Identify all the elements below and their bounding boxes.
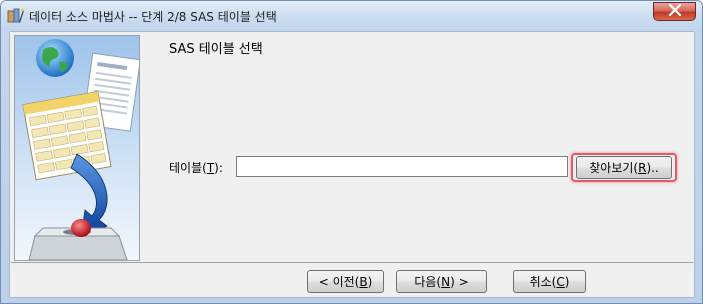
window-title: 데이터 소스 마법사 -- 단계 2/8 SAS 테이블 선택 bbox=[29, 10, 277, 24]
cancel-button[interactable]: 취소(C) bbox=[513, 270, 586, 293]
close-icon bbox=[668, 3, 682, 19]
title-bar[interactable]: 데이터 소스 마법사 -- 단계 2/8 SAS 테이블 선택 bbox=[1, 1, 702, 30]
table-field-label: 테이블(T): bbox=[169, 161, 223, 175]
wizard-window: 데이터 소스 마법사 -- 단계 2/8 SAS 테이블 선택 SAS 테이블 … bbox=[0, 0, 703, 304]
wizard-illustration bbox=[14, 35, 140, 261]
wizard-button-bar: < 이전(B) 다음(N) > 취소(C) bbox=[11, 265, 693, 297]
wizard-content-panel: SAS 테이블 선택 테이블(T): 찾아보기(R).. bbox=[11, 33, 693, 263]
wizard-client-area: SAS 테이블 선택 테이블(T): 찾아보기(R).. < 이전(B) 다음(… bbox=[9, 31, 695, 298]
browse-focus-ring: 찾아보기(R).. bbox=[571, 153, 677, 182]
back-button[interactable]: < 이전(B) bbox=[307, 270, 384, 293]
next-button[interactable]: 다음(N) > bbox=[396, 270, 487, 293]
close-button[interactable] bbox=[653, 2, 696, 21]
browse-button[interactable]: 찾아보기(R).. bbox=[576, 156, 672, 179]
page-title: SAS 테이블 선택 bbox=[169, 42, 263, 57]
table-name-input[interactable] bbox=[236, 156, 568, 177]
wizard-app-icon bbox=[7, 7, 25, 25]
